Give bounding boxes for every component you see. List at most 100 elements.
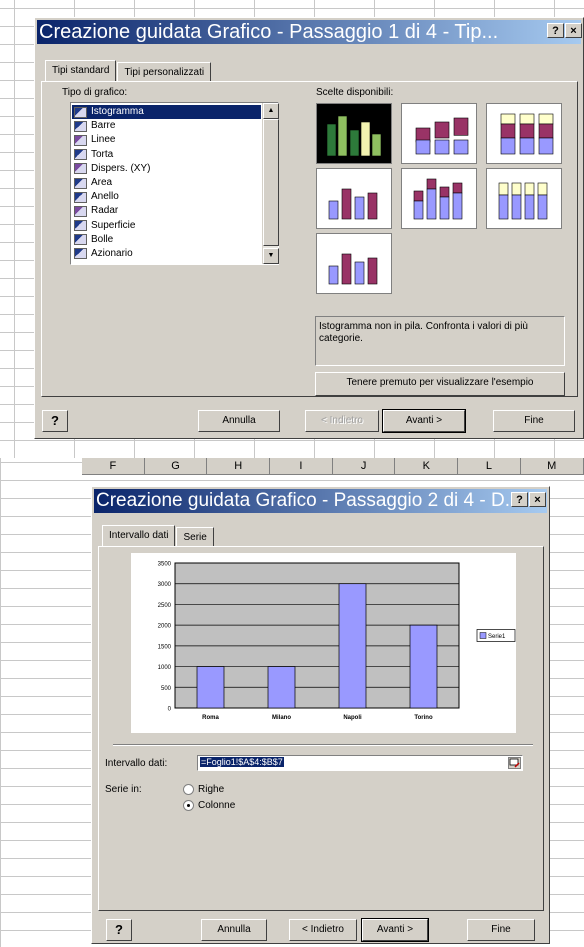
dialog2-help-button[interactable]: ? xyxy=(106,919,132,941)
column-header-k[interactable]: K xyxy=(395,458,459,474)
stock-chart-icon xyxy=(74,248,87,260)
100-stacked-column-icon[interactable] xyxy=(486,103,562,164)
chart-type-item[interactable]: Istogramma xyxy=(72,105,261,120)
dialog1-help-button[interactable]: ? xyxy=(42,410,68,432)
chart-type-label: Istogramma xyxy=(91,106,144,118)
dialog2-close-button[interactable]: × xyxy=(529,492,546,507)
scatter-chart-icon xyxy=(74,163,87,175)
dialog2-back-button[interactable]: < Indietro xyxy=(289,919,357,941)
chart-type-label: Tipo di grafico: xyxy=(62,87,128,98)
surface-chart-icon xyxy=(74,220,87,232)
chart-type-item[interactable]: Linee xyxy=(72,133,261,147)
y-tick-label: 3500 xyxy=(158,562,172,568)
chart-wizard-step1-dialog: Creazione guidata Grafico - Passaggio 1 … xyxy=(34,17,584,439)
chart-type-label: Linee xyxy=(91,134,116,146)
preview-sample-button[interactable]: Tenere premuto per visualizzare l'esempi… xyxy=(315,372,565,396)
scroll-up-button[interactable]: ▲ xyxy=(263,103,279,119)
dialog1-tab-panel: Tipo di grafico: Istogramma Barre Linee Tor… xyxy=(41,81,578,397)
x-tick-label: Torino xyxy=(414,715,433,721)
dialog1-titlebar[interactable]: Creazione guidata Grafico - Passaggio 1 … xyxy=(37,20,581,44)
y-tick-label: 1500 xyxy=(158,644,172,650)
radio-button[interactable] xyxy=(183,784,194,795)
chart-type-label: Bolle xyxy=(91,233,114,245)
dialog1-finish-button[interactable]: Fine xyxy=(493,410,575,432)
collapse-dialog-icon[interactable] xyxy=(508,757,521,769)
column-header-f[interactable]: F xyxy=(82,458,145,474)
chart-type-label: Anello xyxy=(91,191,119,203)
dialog2-next-button[interactable]: Avanti > xyxy=(361,918,429,942)
data-range-value: =Foglio1!$A$4:$B$7 xyxy=(200,757,284,767)
legend-swatch xyxy=(479,632,487,639)
chart-type-item[interactable]: Superficie xyxy=(72,219,261,233)
series-in-rows-radio[interactable]: Righe xyxy=(183,784,224,795)
chart-type-scrollbar[interactable]: ▲ ▼ xyxy=(262,103,279,264)
column-header-h[interactable]: H xyxy=(207,458,271,474)
chart-type-item[interactable]: Azionario xyxy=(72,247,261,261)
dialog2-tab-panel: 0 500 1000 1500 2000 2500 3000 3500 Roma Milano Na… xyxy=(98,546,544,911)
chart-type-label: Torta xyxy=(91,148,114,160)
series-in-columns-radio[interactable]: Colonne xyxy=(183,800,235,811)
chart-type-item[interactable]: Barre xyxy=(72,119,261,133)
dialog2-titlebar[interactable]: Creazione guidata Grafico - Passaggio 2 … xyxy=(94,489,547,513)
column-header-i[interactable]: I xyxy=(270,458,333,474)
column-header-l[interactable]: L xyxy=(458,458,521,474)
3d-100-stacked-column-icon[interactable] xyxy=(486,168,562,229)
scroll-thumb[interactable] xyxy=(263,119,279,246)
clustered-column-icon[interactable] xyxy=(316,103,392,164)
chart-type-item[interactable]: Torta xyxy=(72,148,261,162)
chart-type-listbox[interactable]: Istogramma Barre Linee Torta Dispers. (XY) Ar… xyxy=(70,102,279,265)
separator xyxy=(113,744,533,746)
column-header-m[interactable]: M xyxy=(521,458,584,474)
legend-label: Serie1 xyxy=(488,634,506,640)
dialog1-help-title-button[interactable]: ? xyxy=(547,23,564,38)
chart-type-item[interactable]: Dispers. (XY) xyxy=(72,162,261,176)
chart-type-item[interactable]: Bolle xyxy=(72,233,261,247)
dialog2-help-title-button[interactable]: ? xyxy=(511,492,528,507)
3d-stacked-column-icon[interactable] xyxy=(401,168,477,229)
dialog2-finish-button[interactable]: Fine xyxy=(467,919,535,941)
3d-column-icon[interactable] xyxy=(316,233,392,294)
preview-chart: 0 500 1000 1500 2000 2500 3000 3500 Roma Milano Na… xyxy=(158,562,516,721)
data-range-input[interactable]: =Foglio1!$A$4:$B$7 xyxy=(197,755,523,771)
chart-type-item[interactable]: Anello xyxy=(72,190,261,204)
stacked-column-icon[interactable] xyxy=(401,103,477,164)
scroll-down-button[interactable]: ▼ xyxy=(263,248,279,264)
column-header-j[interactable]: J xyxy=(333,458,396,474)
column-chart-icon xyxy=(74,106,87,118)
data-range-label: Intervallo dati: xyxy=(105,758,168,769)
x-tick-label: Napoli xyxy=(343,715,362,721)
y-tick-label: 2000 xyxy=(158,624,172,630)
chart-type-label: Radar xyxy=(91,205,119,217)
tab-serie[interactable]: Serie xyxy=(176,527,214,546)
y-tick-label: 2500 xyxy=(158,603,172,609)
tab-intervallo-dati[interactable]: Intervallo dati xyxy=(102,525,176,546)
3d-clustered-column-icon[interactable] xyxy=(316,168,392,229)
help-icon: ? xyxy=(51,413,59,428)
bar-napoli xyxy=(338,583,367,709)
radar-chart-icon xyxy=(74,205,87,217)
chart-type-item[interactable]: Radar xyxy=(72,204,261,218)
y-tick-label: 3000 xyxy=(158,582,172,588)
chart-type-item[interactable]: Area xyxy=(72,176,261,190)
chart-description: Istogramma non in pila. Confronta i valo… xyxy=(315,316,565,366)
dialog2-title: Creazione guidata Grafico - Passaggio 2 … xyxy=(96,490,521,511)
bar-chart-icon xyxy=(74,120,87,132)
y-tick-label: 1000 xyxy=(158,665,172,671)
tab-tipi-personalizzati[interactable]: Tipi personalizzati xyxy=(117,62,212,81)
dialog2-cancel-button[interactable]: Annulla xyxy=(201,919,267,941)
radio-button[interactable] xyxy=(183,800,194,811)
chart-wizard-step2-dialog: Creazione guidata Grafico - Passaggio 2 … xyxy=(91,486,550,944)
dialog1-close-button[interactable]: × xyxy=(565,23,582,38)
bubble-chart-icon xyxy=(74,234,87,246)
dialog1-title: Creazione guidata Grafico - Passaggio 1 … xyxy=(39,21,499,43)
dialog1-back-button[interactable]: < Indietro xyxy=(305,410,379,432)
dialog1-cancel-button[interactable]: Annulla xyxy=(198,410,280,432)
chart-type-label: Dispers. (XY) xyxy=(91,162,151,174)
help-icon: ? xyxy=(115,922,123,937)
x-tick-label: Roma xyxy=(202,715,219,721)
dialog1-next-button[interactable]: Avanti > xyxy=(382,409,466,433)
column-header-g[interactable]: G xyxy=(145,458,208,474)
column-headers: FGHIJKLM xyxy=(82,458,584,475)
x-tick-label: Milano xyxy=(272,715,291,721)
tab-tipi-standard[interactable]: Tipi standard xyxy=(45,60,117,81)
